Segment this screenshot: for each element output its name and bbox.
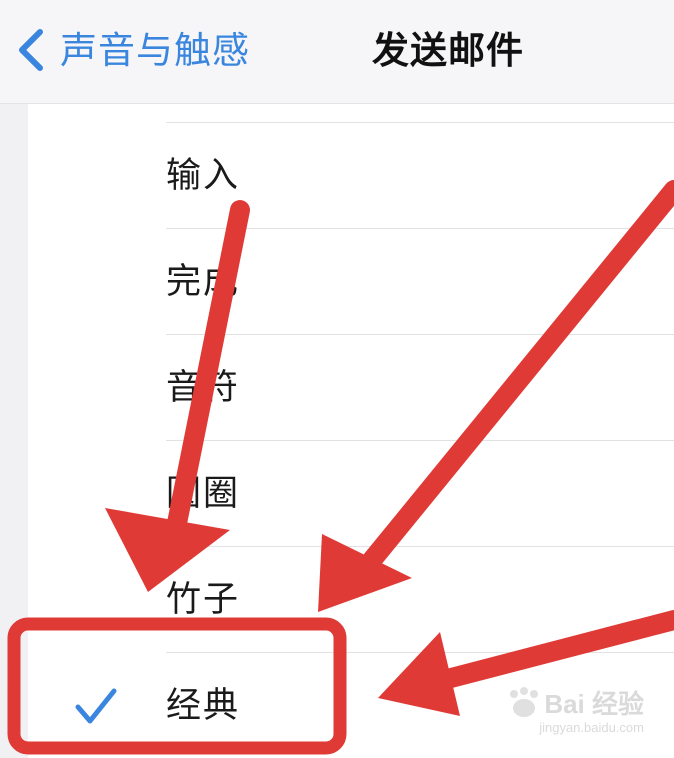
list-item-label: 竹子: [166, 580, 241, 620]
navigation-bar: 声音与触感 发送邮件: [0, 0, 674, 104]
screen: 声音与触感 发送邮件 输入 完成 音符 圆圈 竹子 经典 Bai 经验 jing…: [0, 0, 674, 758]
chevron-left-icon[interactable]: [14, 28, 54, 72]
sound-options-list: 输入 完成 音符 圆圈 竹子 经典: [28, 104, 674, 758]
list-item-note[interactable]: 音符: [28, 335, 674, 441]
list-item-label: 经典: [166, 686, 241, 726]
watermark: Bai 经验 jingyan.baidu.com: [504, 682, 644, 742]
list-item-label: 完成: [166, 262, 241, 302]
paw-icon: [510, 687, 538, 717]
list-item-label: 音符: [166, 368, 241, 408]
page-title: 发送邮件: [372, 29, 524, 72]
list-margin: [0, 104, 28, 758]
list-item-label: 圆圈: [166, 474, 241, 514]
watermark-text: Bai 经验: [544, 689, 644, 719]
watermark-url: jingyan.baidu.com: [539, 720, 644, 735]
list-item-done[interactable]: 完成: [28, 229, 674, 335]
back-button[interactable]: 声音与触感: [60, 26, 250, 76]
list-item-bamboo[interactable]: 竹子: [28, 547, 674, 653]
checkmark-icon: [74, 687, 118, 727]
list-item-input[interactable]: 输入: [28, 123, 674, 229]
list-item-label: 输入: [166, 156, 241, 196]
list-item-circle[interactable]: 圆圈: [28, 441, 674, 547]
